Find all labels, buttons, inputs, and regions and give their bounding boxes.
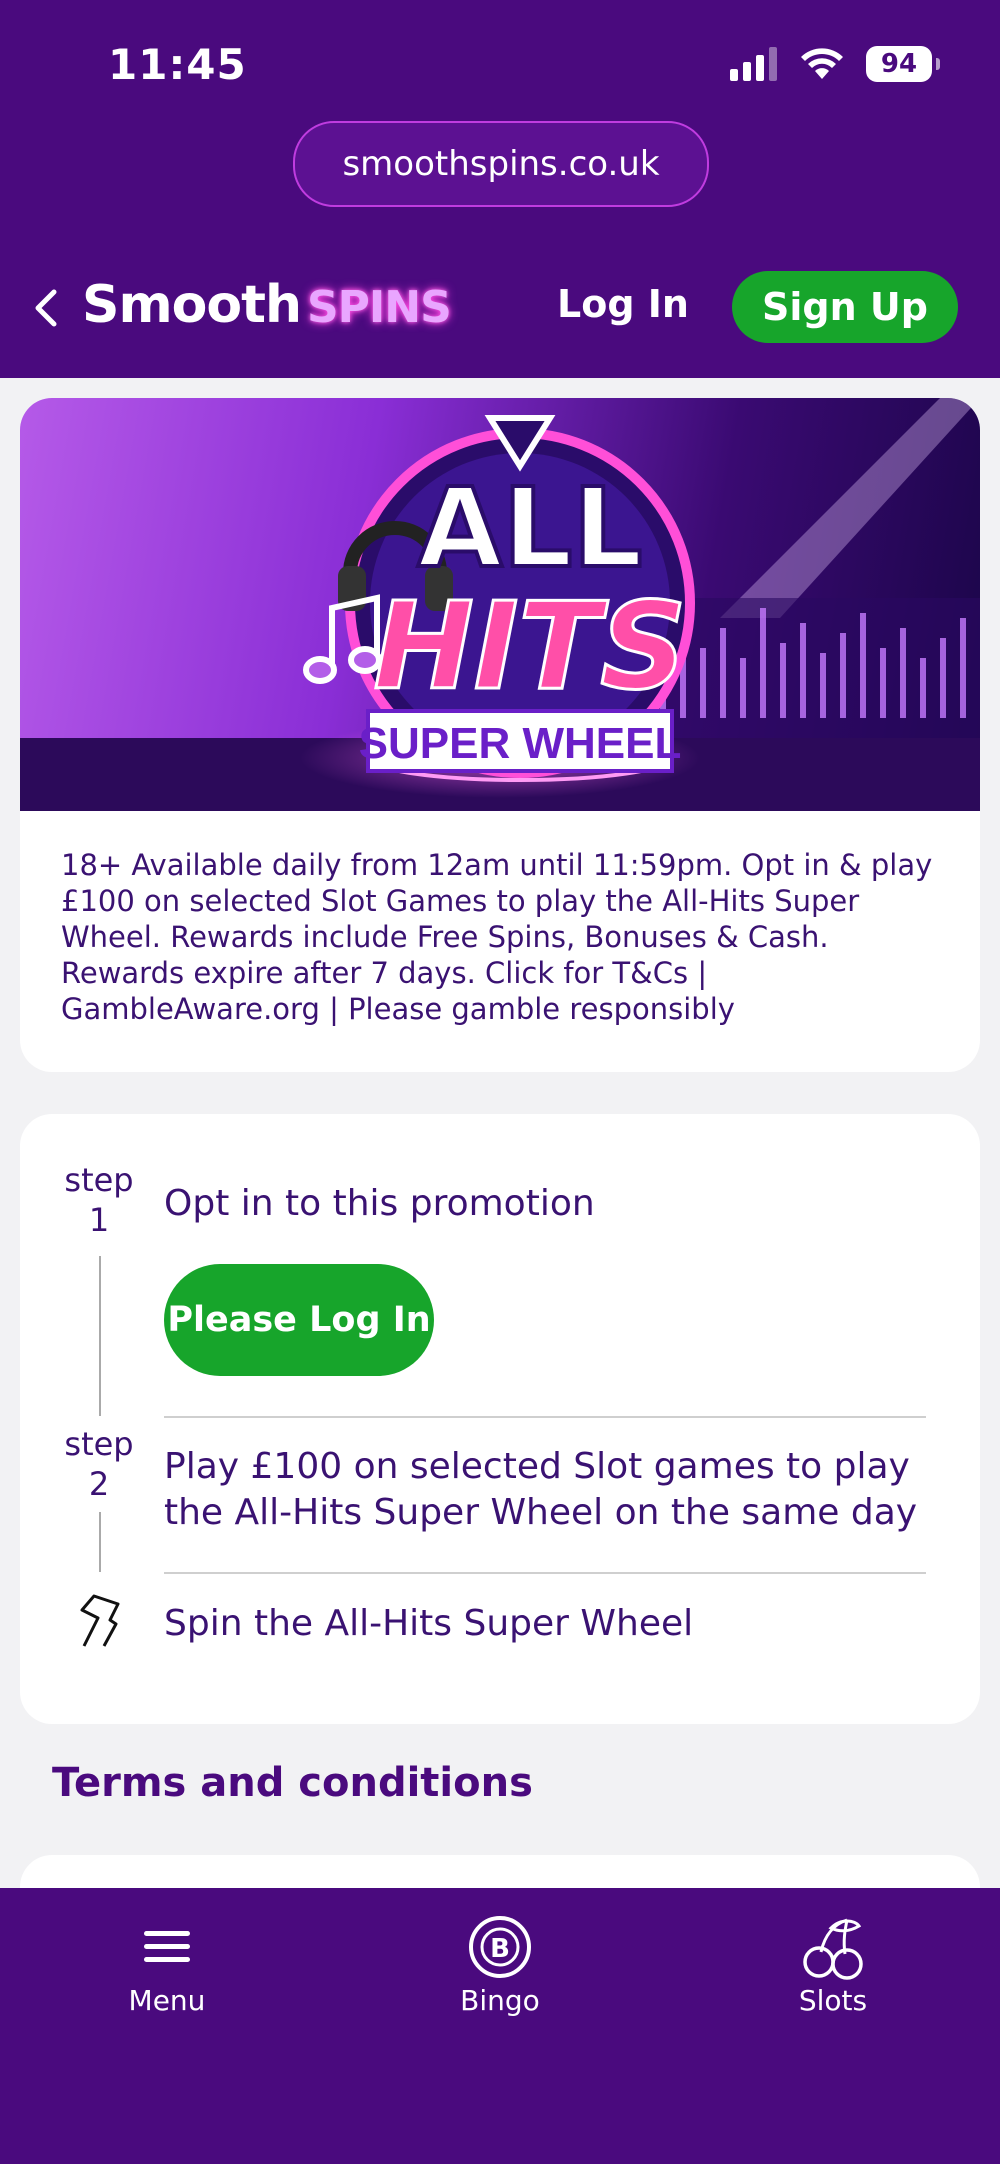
step-2-word: step xyxy=(64,1425,134,1463)
nav-bingo[interactable]: B Bingo xyxy=(400,1910,600,2017)
banner-background-art: ALL HITS SUPER WHEEL xyxy=(20,398,980,811)
steps-card: step 1 Opt in to this promotion Please L… xyxy=(20,1114,980,1724)
logo-spins: SPINS xyxy=(306,282,452,333)
please-login-button[interactable]: Please Log In xyxy=(164,1264,434,1376)
step-2-label: step 2 xyxy=(64,1424,134,1504)
address-bar[interactable]: smoothspins.co.uk xyxy=(293,121,709,207)
banner-title-line2: HITS xyxy=(373,578,686,717)
status-time: 11:45 xyxy=(108,40,247,89)
app-header: 11:45 94 smoothspins.co.uk Smooth SPINS L… xyxy=(0,0,1000,378)
bingo-icon: B xyxy=(469,1916,531,1978)
step-1-label: step 1 xyxy=(64,1160,134,1240)
nav-slots-label: Slots xyxy=(798,1984,868,2017)
battery-indicator: 94 xyxy=(866,46,940,82)
step-2-number: 2 xyxy=(88,1465,110,1503)
nav-bingo-label: Bingo xyxy=(460,1984,540,2017)
promo-banner-image[interactable]: ALL HITS SUPER WHEEL xyxy=(20,398,980,811)
promo-banner-card[interactable]: ALL HITS SUPER WHEEL 18+ Available daily… xyxy=(20,398,980,1072)
menu-icon xyxy=(144,1931,190,1962)
site-logo[interactable]: Smooth SPINS xyxy=(82,275,452,335)
step-2-text: Play £100 on selected Slot games to play… xyxy=(164,1446,918,1533)
cherries-icon xyxy=(803,1918,863,1980)
nav-slots[interactable]: Slots xyxy=(733,1910,933,2017)
signup-button[interactable]: Sign Up xyxy=(732,271,958,343)
nav-menu-label: Menu xyxy=(128,1984,206,2017)
signal-icon xyxy=(730,47,777,81)
banner-subtitle: SUPER WHEEL xyxy=(359,719,682,768)
step-connector-2 xyxy=(99,1512,101,1572)
flag-icon xyxy=(80,1594,120,1647)
wifi-icon xyxy=(801,48,843,79)
svg-text:B: B xyxy=(490,1934,510,1964)
back-chevron-icon[interactable] xyxy=(32,288,58,328)
banner-title-line1: ALL xyxy=(417,464,642,592)
bottom-navigation: Menu B Bingo Slots xyxy=(0,1888,1000,2164)
promo-description[interactable]: 18+ Available daily from 12am until 11:5… xyxy=(61,847,951,1027)
login-link[interactable]: Log In xyxy=(557,282,689,326)
step-1-text: Opt in to this promotion xyxy=(164,1183,595,1224)
status-icons: 94 xyxy=(730,46,940,82)
step-1-number: 1 xyxy=(88,1201,110,1239)
logo-smooth: Smooth xyxy=(82,275,302,335)
terms-heading[interactable]: Terms and conditions xyxy=(52,1760,533,1806)
nav-menu[interactable]: Menu xyxy=(67,1910,267,2017)
step-3-text: Spin the All-Hits Super Wheel xyxy=(164,1603,694,1644)
step-divider-1 xyxy=(164,1416,926,1418)
step-connector-1 xyxy=(99,1256,101,1416)
step-1-word: step xyxy=(64,1161,134,1199)
step-divider-2 xyxy=(164,1572,926,1574)
